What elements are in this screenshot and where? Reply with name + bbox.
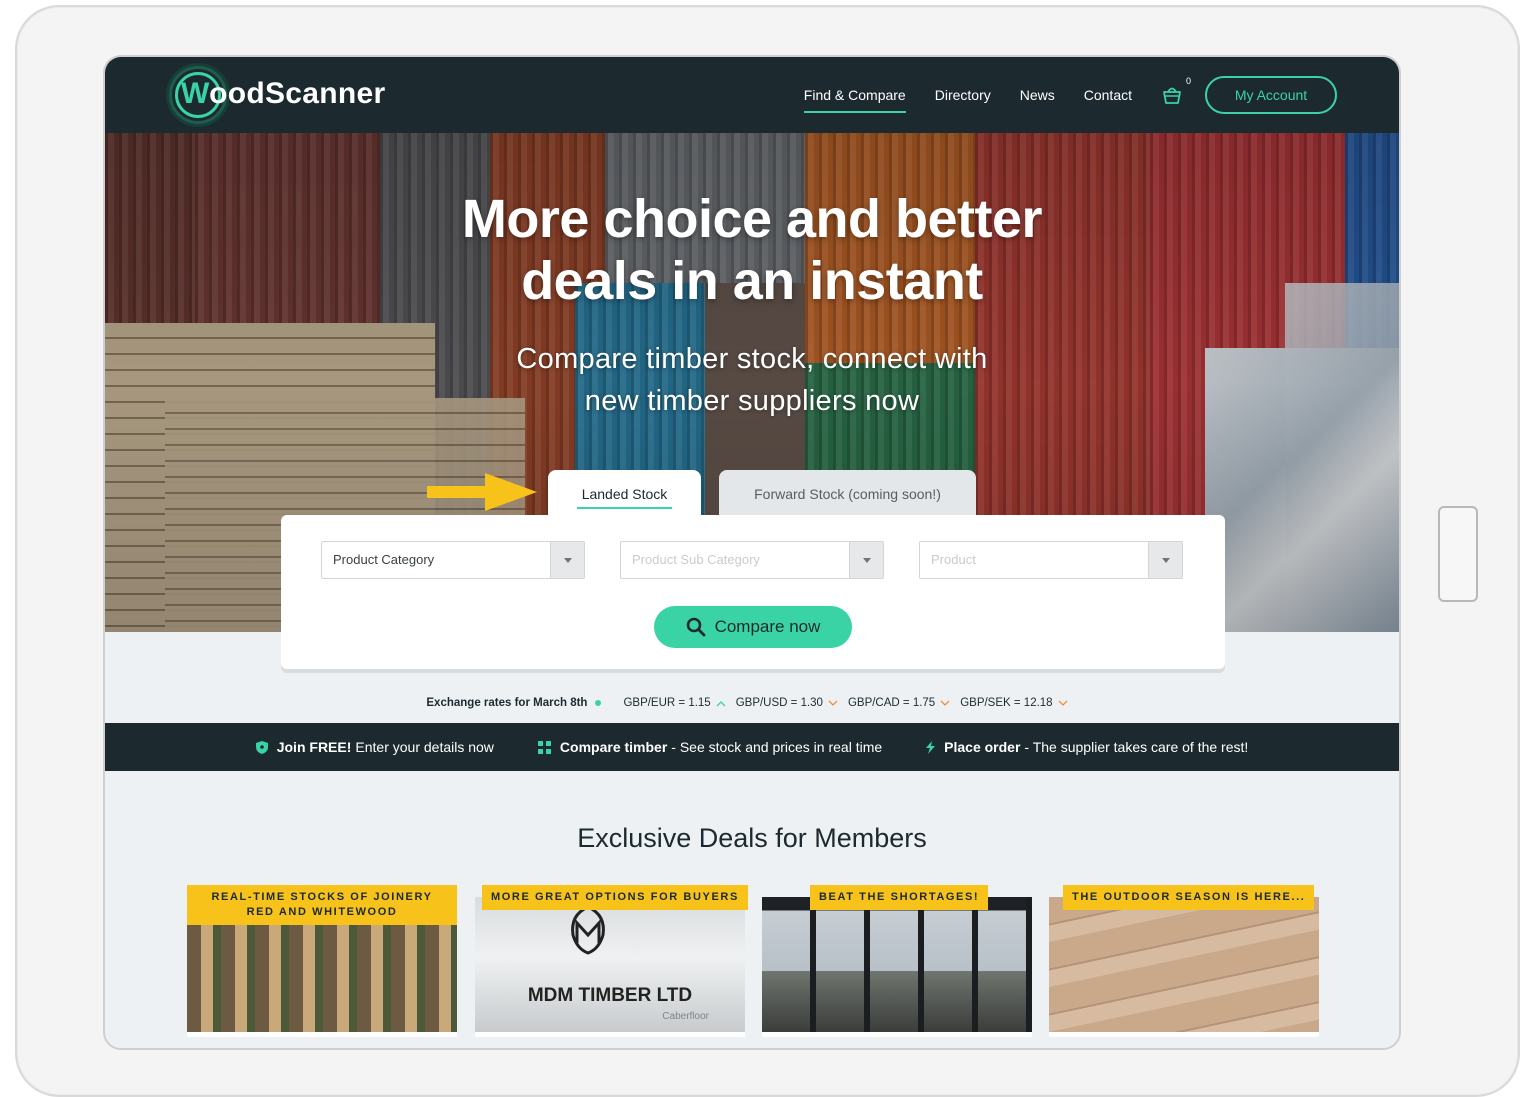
search-icon (686, 617, 705, 637)
rate-gbp-eur: GBP/EUR = 1.15 (623, 697, 726, 709)
compare-timber-item[interactable]: Compare timber - See stock and prices in … (537, 739, 882, 755)
product-select[interactable]: Product (919, 541, 1183, 579)
tablet-home-button (1438, 506, 1478, 602)
nav-directory[interactable]: Directory (935, 57, 991, 133)
caberfloor-logo-text: Caberfloor (662, 1011, 709, 1022)
basket-icon[interactable]: 0 (1161, 76, 1191, 106)
browser-screen: WoodScanner Find & Compare Directory New… (103, 55, 1401, 1050)
place-order-item[interactable]: Place order - The supplier takes care of … (926, 739, 1248, 755)
deal-badge-buyers: MORE GREAT OPTIONS FOR BUYERS (482, 885, 748, 910)
exclusive-deals-heading: Exclusive Deals for Members (577, 823, 927, 853)
logo-text: WoodScanner (181, 77, 386, 110)
live-indicator-icon (595, 700, 602, 706)
trend-up-icon (716, 700, 726, 706)
mdm-timber-image: MDM TIMBER LTD Caberfloor (475, 897, 745, 1032)
site-header: WoodScanner Find & Compare Directory New… (105, 57, 1399, 133)
deal-badge-outdoor: THE OUTDOOR SEASON IS HERE... (1063, 885, 1315, 910)
join-free-item[interactable]: Join FREE! Enter your details now (255, 739, 494, 755)
chevron-down-icon[interactable] (1148, 542, 1182, 578)
trend-down-icon (828, 700, 838, 706)
hero-title: More choice and better deals in an insta… (461, 189, 1043, 311)
exchange-rates-title: Exchange rates for March 8th (426, 697, 588, 709)
product-category-select[interactable]: Product Category (321, 541, 585, 579)
exchange-rates-bar: Exchange rates for March 8th GBP/EUR = 1… (105, 693, 1399, 713)
deal-badge-joinery: REAL-TIME STOCKS OF JOINERY RED AND WHIT… (187, 885, 457, 925)
window-frame (762, 897, 1032, 1032)
rate-gbp-cad: GBP/CAD = 1.75 (848, 697, 950, 709)
nav-contact[interactable]: Contact (1084, 57, 1132, 133)
hero-subtitle: Compare timber stock, connect with new t… (516, 343, 988, 417)
lightning-icon (926, 740, 936, 754)
deal-card-shortages[interactable] (762, 897, 1032, 1037)
tab-landed-stock[interactable]: Landed Stock (548, 470, 701, 518)
product-sub-category-select[interactable]: Product Sub Category (620, 541, 884, 579)
chevron-down-icon[interactable] (849, 542, 883, 578)
rate-gbp-sek: GBP/SEK = 12.18 (960, 697, 1068, 709)
deal-badge-shortages: BEAT THE SHORTAGES! (810, 885, 989, 910)
search-panel: Product Category Product Sub Category Pr… (281, 515, 1225, 669)
deal-card-outdoor[interactable] (1049, 897, 1319, 1037)
trend-down-icon (940, 700, 950, 706)
my-account-button[interactable]: My Account (1205, 76, 1337, 114)
mdm-logo-text: MDM TIMBER LTD (527, 985, 693, 1006)
shield-icon (255, 740, 268, 754)
benefits-bar: Join FREE! Enter your details now Compare… (105, 723, 1399, 771)
cart-count: 0 (1185, 76, 1191, 86)
compare-now-button[interactable]: Compare now (654, 606, 852, 648)
nav-news[interactable]: News (1020, 57, 1055, 133)
nav-find-compare[interactable]: Find & Compare (803, 57, 906, 133)
yellow-arrow-icon (427, 471, 537, 518)
deal-card-mdm-timber[interactable]: MDM TIMBER LTD Caberfloor (475, 897, 745, 1037)
mdm-logo-icon (571, 905, 605, 955)
chevron-down-icon[interactable] (550, 542, 584, 578)
trend-down-icon (1058, 700, 1068, 706)
tab-forward-stock[interactable]: Forward Stock (coming soon!) (719, 470, 976, 518)
woodscanner-logo[interactable]: WoodScanner (169, 65, 385, 125)
timber-boards-image (1049, 897, 1319, 1032)
grid-icon (537, 740, 551, 754)
main-nav: Find & Compare Directory News Contact 0 … (775, 57, 1337, 133)
rate-gbp-usd: GBP/USD = 1.30 (736, 697, 838, 709)
